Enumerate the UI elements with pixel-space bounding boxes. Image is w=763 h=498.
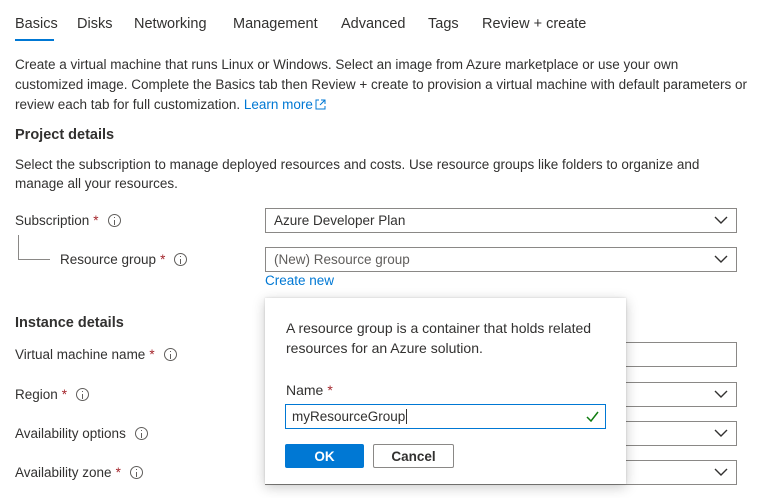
required-asterisk: * [93,213,99,228]
callout-description: A resource group is a container that hol… [286,320,592,356]
subscription-value: Azure Developer Plan [274,213,406,228]
resource-group-name-input[interactable]: myResourceGroup [285,404,606,429]
vm-name-label: Virtual machine name * [15,347,177,362]
subscription-dropdown[interactable]: Azure Developer Plan [265,208,737,233]
intro-text: Create a virtual machine that runs Linux… [15,57,747,112]
info-icon[interactable] [174,253,188,266]
chevron-down-icon [714,390,728,398]
active-tab-indicator [15,39,54,41]
chevron-down-icon [714,429,728,437]
project-details-heading: Project details [15,127,115,143]
resource-group-label: Resource group * [60,252,188,267]
tab-basics[interactable]: Basics [15,16,58,32]
learn-more-link[interactable]: Learn more [244,97,326,112]
text-cursor [406,409,408,424]
required-asterisk: * [160,252,166,267]
tab-tags[interactable]: Tags [428,16,459,32]
tab-bar: Basics Disks Networking Management Advan… [0,0,763,42]
instance-details-heading: Instance details [15,315,124,331]
cancel-button[interactable]: Cancel [373,444,454,468]
info-icon[interactable] [107,214,121,227]
info-icon[interactable] [129,466,143,479]
tree-connector [18,259,50,260]
create-resource-group-callout: A resource group is a container that hol… [265,298,626,484]
tree-connector [18,235,19,259]
tab-disks[interactable]: Disks [77,16,112,32]
info-icon[interactable] [134,427,148,440]
checkmark-icon [586,411,599,422]
availability-zone-label: Availability zone * [15,465,143,480]
resource-group-value: (New) Resource group [274,252,410,267]
intro-paragraph: Create a virtual machine that runs Linux… [15,55,750,115]
info-icon[interactable] [76,388,90,401]
tab-review-create[interactable]: Review + create [482,16,586,32]
subscription-label: Subscription * [15,213,121,228]
info-icon[interactable] [163,348,177,361]
name-input-value: myResourceGroup [292,409,406,424]
project-details-description: Select the subscription to manage deploy… [15,157,700,191]
chevron-down-icon [714,216,728,224]
required-asterisk: * [115,465,121,480]
ok-button[interactable]: OK [285,444,364,468]
required-asterisk: * [327,382,333,398]
tab-advanced[interactable]: Advanced [341,16,406,32]
required-asterisk: * [149,347,155,362]
required-asterisk: * [61,387,68,402]
create-new-link[interactable]: Create new [265,273,334,288]
tab-management[interactable]: Management [233,16,318,32]
region-label: Region * [15,387,90,402]
chevron-down-icon [714,255,728,263]
availability-options-label: Availability options [15,426,148,441]
chevron-down-icon [714,468,728,476]
tab-networking[interactable]: Networking [134,16,207,32]
external-link-icon [315,99,326,110]
name-label: Name * [286,382,333,398]
resource-group-dropdown[interactable]: (New) Resource group [265,247,737,272]
